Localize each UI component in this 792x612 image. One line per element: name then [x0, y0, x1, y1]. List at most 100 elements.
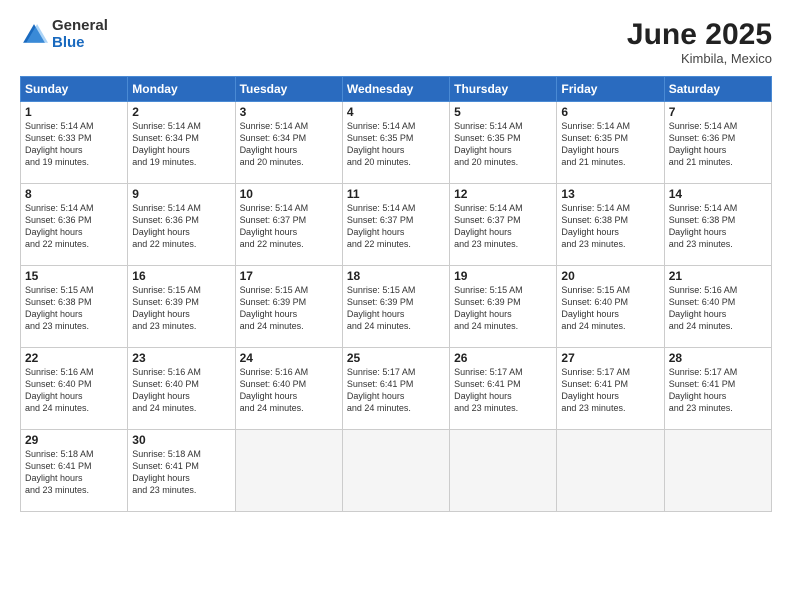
table-row	[557, 430, 664, 512]
day-info: Sunrise: 5:18 AMSunset: 6:41 PMDaylight …	[132, 448, 230, 497]
day-number: 28	[669, 351, 767, 365]
day-info: Sunrise: 5:17 AMSunset: 6:41 PMDaylight …	[669, 366, 767, 415]
day-info: Sunrise: 5:15 AMSunset: 6:39 PMDaylight …	[454, 284, 552, 333]
table-row: 30 Sunrise: 5:18 AMSunset: 6:41 PMDaylig…	[128, 430, 235, 512]
day-number: 19	[454, 269, 552, 283]
table-row: 2 Sunrise: 5:14 AMSunset: 6:34 PMDayligh…	[128, 102, 235, 184]
weekday-header-row: Sunday Monday Tuesday Wednesday Thursday…	[21, 77, 772, 102]
day-number: 10	[240, 187, 338, 201]
day-number: 30	[132, 433, 230, 447]
day-info: Sunrise: 5:16 AMSunset: 6:40 PMDaylight …	[669, 284, 767, 333]
day-number: 9	[132, 187, 230, 201]
day-info: Sunrise: 5:14 AMSunset: 6:35 PMDaylight …	[454, 120, 552, 169]
day-info: Sunrise: 5:14 AMSunset: 6:35 PMDaylight …	[347, 120, 445, 169]
day-number: 5	[454, 105, 552, 119]
day-info: Sunrise: 5:15 AMSunset: 6:38 PMDaylight …	[25, 284, 123, 333]
table-row: 17 Sunrise: 5:15 AMSunset: 6:39 PMDaylig…	[235, 266, 342, 348]
table-row: 24 Sunrise: 5:16 AMSunset: 6:40 PMDaylig…	[235, 348, 342, 430]
day-number: 11	[347, 187, 445, 201]
day-info: Sunrise: 5:15 AMSunset: 6:40 PMDaylight …	[561, 284, 659, 333]
day-info: Sunrise: 5:17 AMSunset: 6:41 PMDaylight …	[561, 366, 659, 415]
table-row: 20 Sunrise: 5:15 AMSunset: 6:40 PMDaylig…	[557, 266, 664, 348]
header: General Blue June 2025 Kimbila, Mexico	[20, 18, 772, 66]
header-tuesday: Tuesday	[235, 77, 342, 102]
day-info: Sunrise: 5:14 AMSunset: 6:34 PMDaylight …	[240, 120, 338, 169]
day-number: 15	[25, 269, 123, 283]
day-number: 17	[240, 269, 338, 283]
header-sunday: Sunday	[21, 77, 128, 102]
table-row: 8 Sunrise: 5:14 AMSunset: 6:36 PMDayligh…	[21, 184, 128, 266]
table-row: 23 Sunrise: 5:16 AMSunset: 6:40 PMDaylig…	[128, 348, 235, 430]
month-title: June 2025	[627, 18, 772, 51]
day-number: 29	[25, 433, 123, 447]
day-info: Sunrise: 5:16 AMSunset: 6:40 PMDaylight …	[25, 366, 123, 415]
table-row	[450, 430, 557, 512]
table-row: 13 Sunrise: 5:14 AMSunset: 6:38 PMDaylig…	[557, 184, 664, 266]
logo-icon	[20, 21, 48, 49]
header-saturday: Saturday	[664, 77, 771, 102]
table-row: 28 Sunrise: 5:17 AMSunset: 6:41 PMDaylig…	[664, 348, 771, 430]
day-number: 1	[25, 105, 123, 119]
location: Kimbila, Mexico	[627, 51, 772, 66]
day-number: 22	[25, 351, 123, 365]
day-info: Sunrise: 5:14 AMSunset: 6:36 PMDaylight …	[669, 120, 767, 169]
table-row	[664, 430, 771, 512]
day-info: Sunrise: 5:16 AMSunset: 6:40 PMDaylight …	[132, 366, 230, 415]
day-info: Sunrise: 5:14 AMSunset: 6:37 PMDaylight …	[240, 202, 338, 251]
day-info: Sunrise: 5:14 AMSunset: 6:36 PMDaylight …	[25, 202, 123, 251]
header-wednesday: Wednesday	[342, 77, 449, 102]
calendar-row: 8 Sunrise: 5:14 AMSunset: 6:36 PMDayligh…	[21, 184, 772, 266]
day-info: Sunrise: 5:14 AMSunset: 6:36 PMDaylight …	[132, 202, 230, 251]
header-monday: Monday	[128, 77, 235, 102]
day-info: Sunrise: 5:14 AMSunset: 6:37 PMDaylight …	[454, 202, 552, 251]
table-row: 27 Sunrise: 5:17 AMSunset: 6:41 PMDaylig…	[557, 348, 664, 430]
table-row: 7 Sunrise: 5:14 AMSunset: 6:36 PMDayligh…	[664, 102, 771, 184]
calendar-row: 29 Sunrise: 5:18 AMSunset: 6:41 PMDaylig…	[21, 430, 772, 512]
day-number: 27	[561, 351, 659, 365]
calendar-row: 1 Sunrise: 5:14 AMSunset: 6:33 PMDayligh…	[21, 102, 772, 184]
day-info: Sunrise: 5:17 AMSunset: 6:41 PMDaylight …	[454, 366, 552, 415]
table-row: 5 Sunrise: 5:14 AMSunset: 6:35 PMDayligh…	[450, 102, 557, 184]
table-row: 19 Sunrise: 5:15 AMSunset: 6:39 PMDaylig…	[450, 266, 557, 348]
day-info: Sunrise: 5:15 AMSunset: 6:39 PMDaylight …	[347, 284, 445, 333]
day-info: Sunrise: 5:15 AMSunset: 6:39 PMDaylight …	[240, 284, 338, 333]
day-number: 16	[132, 269, 230, 283]
header-thursday: Thursday	[450, 77, 557, 102]
table-row: 1 Sunrise: 5:14 AMSunset: 6:33 PMDayligh…	[21, 102, 128, 184]
day-info: Sunrise: 5:16 AMSunset: 6:40 PMDaylight …	[240, 366, 338, 415]
table-row: 6 Sunrise: 5:14 AMSunset: 6:35 PMDayligh…	[557, 102, 664, 184]
page: General Blue June 2025 Kimbila, Mexico S…	[0, 0, 792, 612]
calendar-row: 15 Sunrise: 5:15 AMSunset: 6:38 PMDaylig…	[21, 266, 772, 348]
day-number: 14	[669, 187, 767, 201]
table-row: 11 Sunrise: 5:14 AMSunset: 6:37 PMDaylig…	[342, 184, 449, 266]
table-row: 16 Sunrise: 5:15 AMSunset: 6:39 PMDaylig…	[128, 266, 235, 348]
day-info: Sunrise: 5:14 AMSunset: 6:37 PMDaylight …	[347, 202, 445, 251]
day-number: 26	[454, 351, 552, 365]
table-row: 12 Sunrise: 5:14 AMSunset: 6:37 PMDaylig…	[450, 184, 557, 266]
day-number: 25	[347, 351, 445, 365]
table-row: 4 Sunrise: 5:14 AMSunset: 6:35 PMDayligh…	[342, 102, 449, 184]
calendar: Sunday Monday Tuesday Wednesday Thursday…	[20, 76, 772, 512]
table-row: 18 Sunrise: 5:15 AMSunset: 6:39 PMDaylig…	[342, 266, 449, 348]
day-number: 24	[240, 351, 338, 365]
day-info: Sunrise: 5:14 AMSunset: 6:38 PMDaylight …	[669, 202, 767, 251]
day-info: Sunrise: 5:14 AMSunset: 6:33 PMDaylight …	[25, 120, 123, 169]
day-number: 21	[669, 269, 767, 283]
logo: General Blue	[20, 18, 108, 51]
table-row: 9 Sunrise: 5:14 AMSunset: 6:36 PMDayligh…	[128, 184, 235, 266]
day-number: 4	[347, 105, 445, 119]
logo-general-text: General	[52, 18, 108, 35]
table-row: 15 Sunrise: 5:15 AMSunset: 6:38 PMDaylig…	[21, 266, 128, 348]
day-info: Sunrise: 5:18 AMSunset: 6:41 PMDaylight …	[25, 448, 123, 497]
day-number: 3	[240, 105, 338, 119]
day-info: Sunrise: 5:14 AMSunset: 6:38 PMDaylight …	[561, 202, 659, 251]
table-row: 26 Sunrise: 5:17 AMSunset: 6:41 PMDaylig…	[450, 348, 557, 430]
day-number: 20	[561, 269, 659, 283]
day-number: 13	[561, 187, 659, 201]
day-number: 7	[669, 105, 767, 119]
table-row	[342, 430, 449, 512]
day-number: 18	[347, 269, 445, 283]
header-friday: Friday	[557, 77, 664, 102]
logo-text: General Blue	[52, 18, 108, 51]
day-number: 6	[561, 105, 659, 119]
